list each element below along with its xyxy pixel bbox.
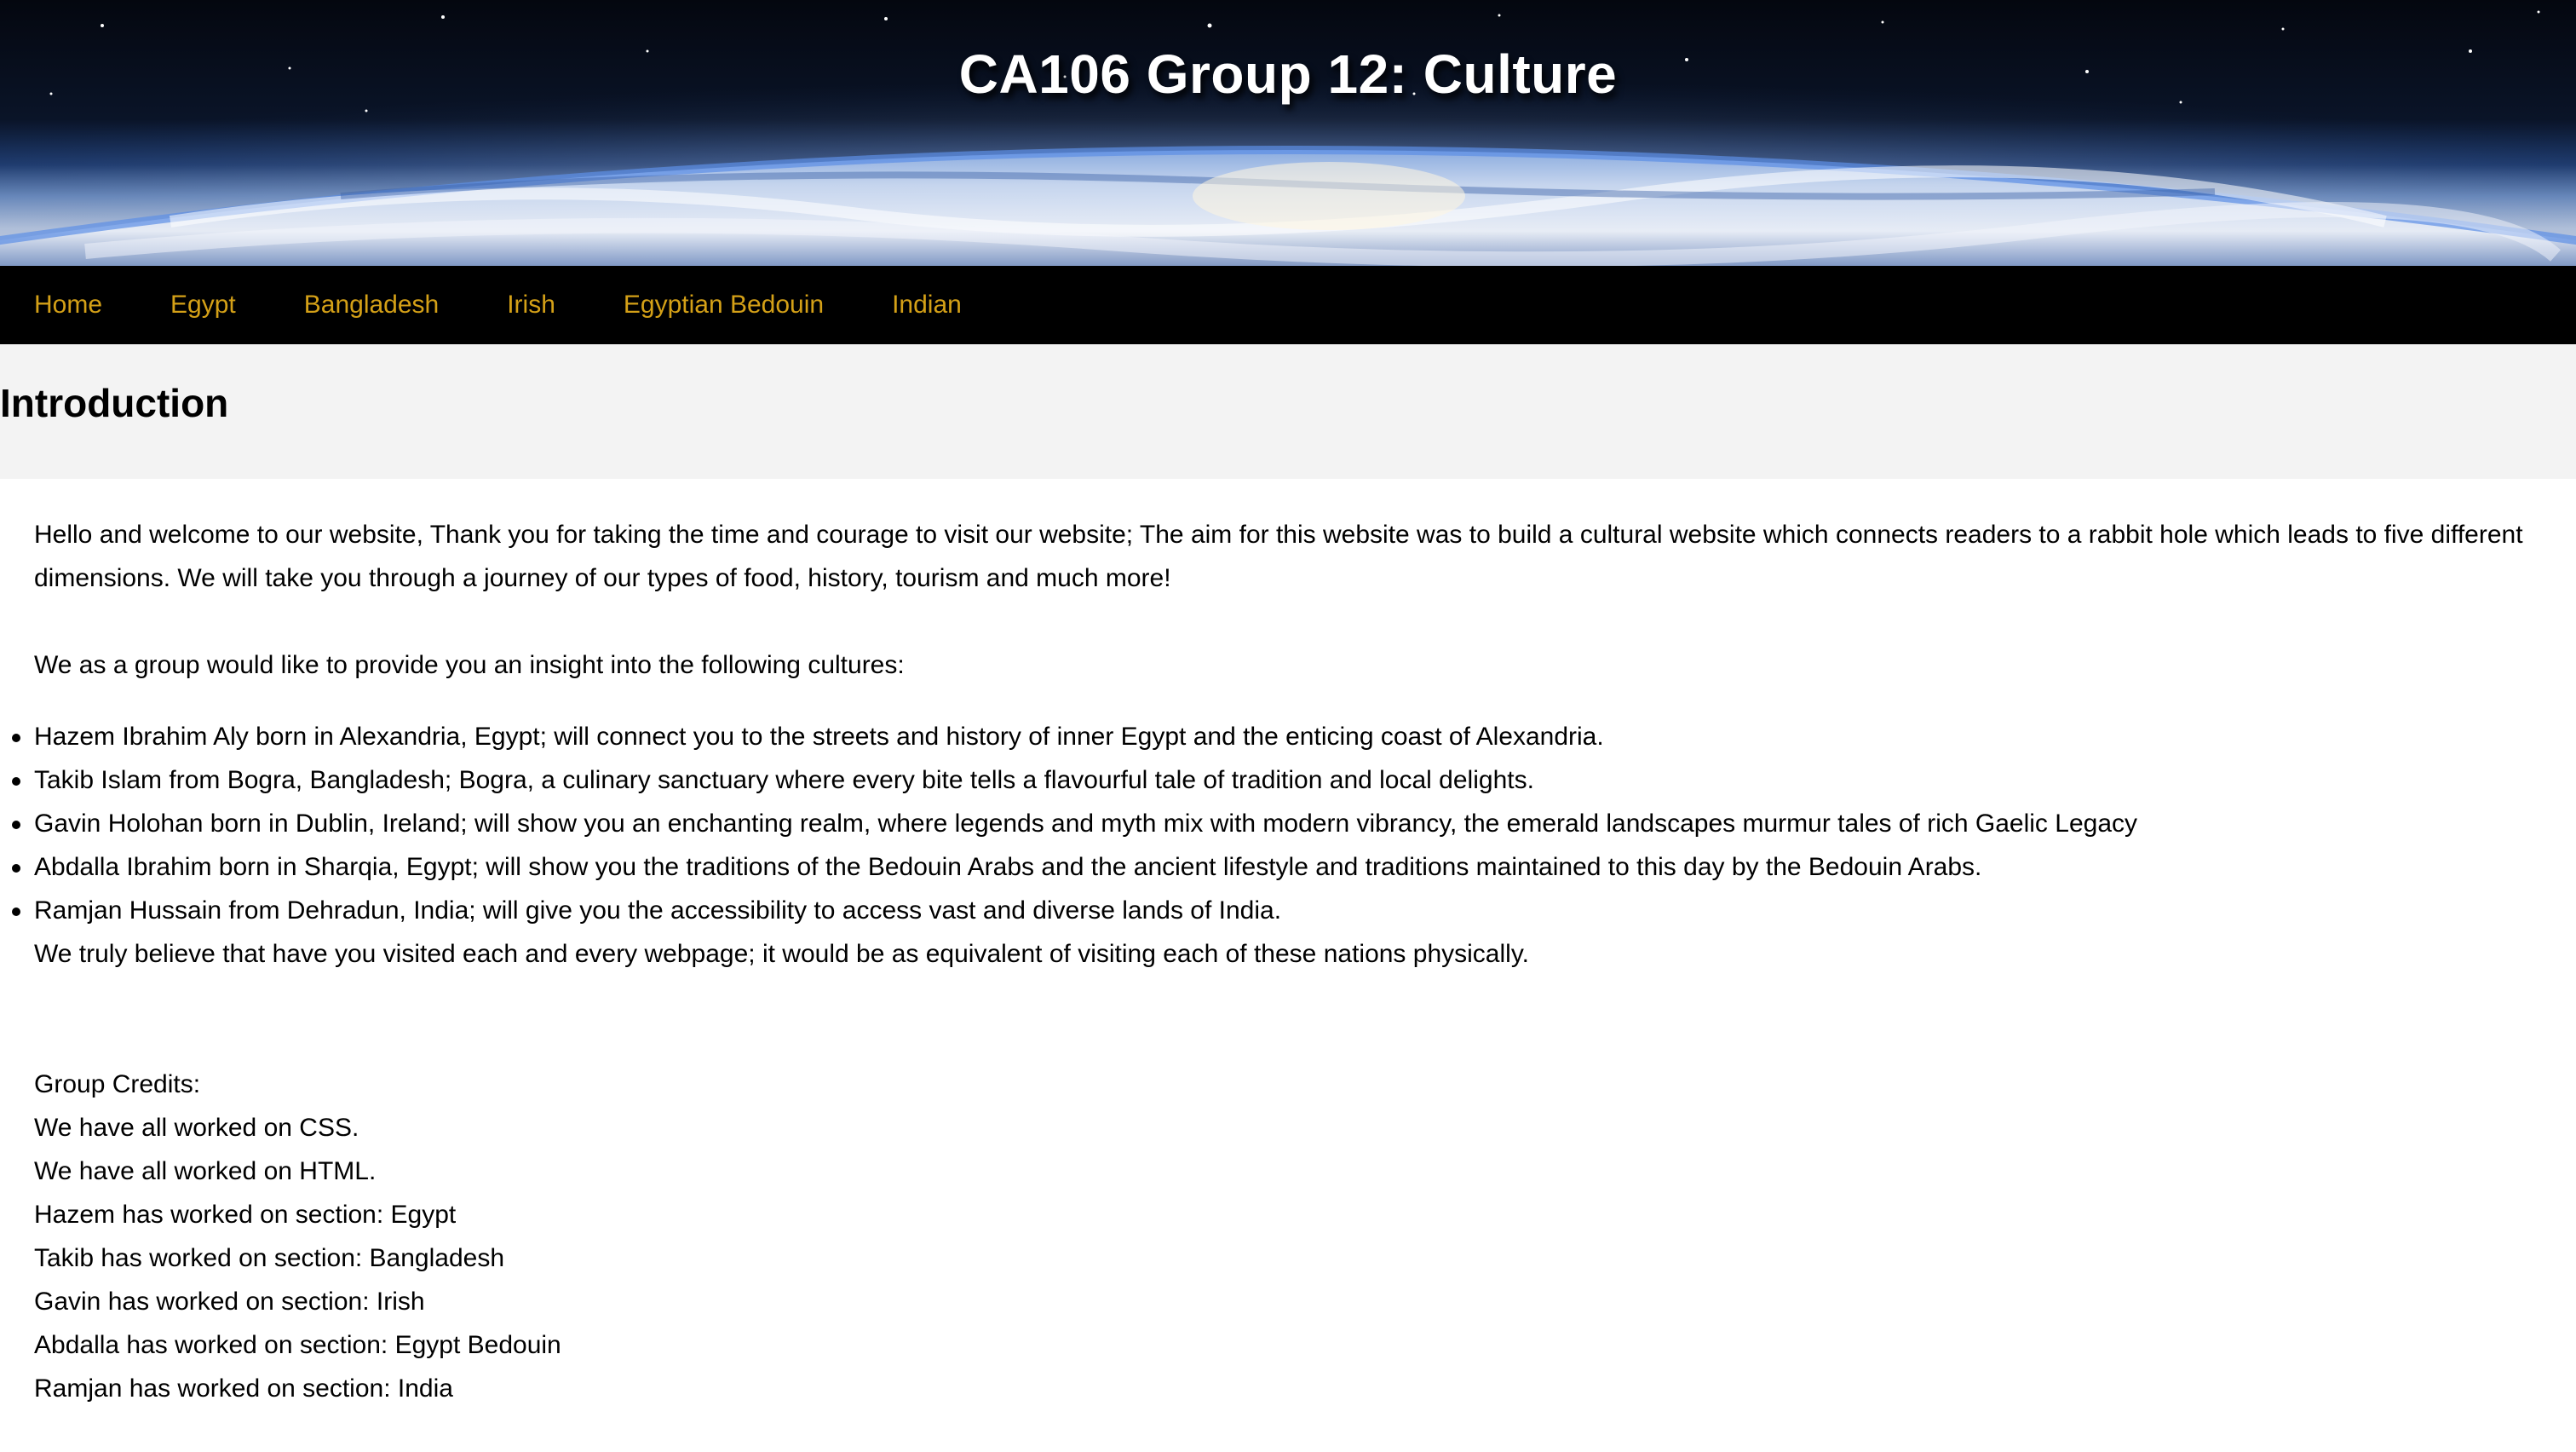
nav-egypt[interactable]: Egypt — [136, 266, 270, 344]
credit-line: We have all worked on HTML. — [34, 1157, 377, 1185]
list-item: Takib Islam from Bogra, Bangladesh; Bogr… — [12, 758, 2542, 802]
credits-heading: Group Credits: — [34, 1070, 201, 1098]
credit-line: Takib has worked on section: Bangladesh — [34, 1244, 505, 1272]
nav-irish[interactable]: Irish — [473, 266, 589, 344]
credit-line: Ramjan has worked on section: India — [34, 1374, 453, 1403]
closing-paragraph: We truly believe that have you visited e… — [34, 940, 1529, 968]
credit-line: We have all worked on CSS. — [34, 1114, 359, 1142]
group-intro-text: We as a group would like to provide you … — [34, 651, 905, 679]
credit-line: Abdalla has worked on section: Egypt Bed… — [34, 1331, 561, 1359]
list-item: Hazem Ibrahim Aly born in Alexandria, Eg… — [12, 715, 2542, 758]
nav-home[interactable]: Home — [0, 266, 136, 344]
welcome-paragraph: Hello and welcome to our website, Thank … — [34, 521, 2523, 592]
list-item: Gavin Holohan born in Dublin, Ireland; w… — [12, 802, 2542, 845]
nav-bangladesh[interactable]: Bangladesh — [270, 266, 473, 344]
intro-heading: Introduction — [0, 381, 229, 425]
credit-line: Hazem has worked on section: Egypt — [34, 1201, 457, 1229]
group-credits: Group Credits: We have all worked on CSS… — [34, 1063, 2542, 1410]
header-banner: CA106 Group 12: Culture — [0, 0, 2576, 266]
main-content: Hello and welcome to our website, Thank … — [0, 479, 2576, 1410]
list-item: Ramjan Hussain from Dehradun, India; wil… — [12, 889, 2542, 932]
cultures-list: Hazem Ibrahim Aly born in Alexandria, Eg… — [12, 715, 2542, 932]
list-item: Abdalla Ibrahim born in Sharqia, Egypt; … — [12, 845, 2542, 889]
intro-section: Introduction — [0, 344, 2576, 479]
main-nav: Home Egypt Bangladesh Irish Egyptian Bed… — [0, 266, 2576, 344]
nav-indian[interactable]: Indian — [858, 266, 996, 344]
site-title: CA106 Group 12: Culture — [958, 43, 1618, 105]
credit-line: Gavin has worked on section: Irish — [34, 1288, 425, 1316]
earth-from-space-image — [0, 0, 2576, 266]
nav-egyptian-bedouin[interactable]: Egyptian Bedouin — [589, 266, 858, 344]
